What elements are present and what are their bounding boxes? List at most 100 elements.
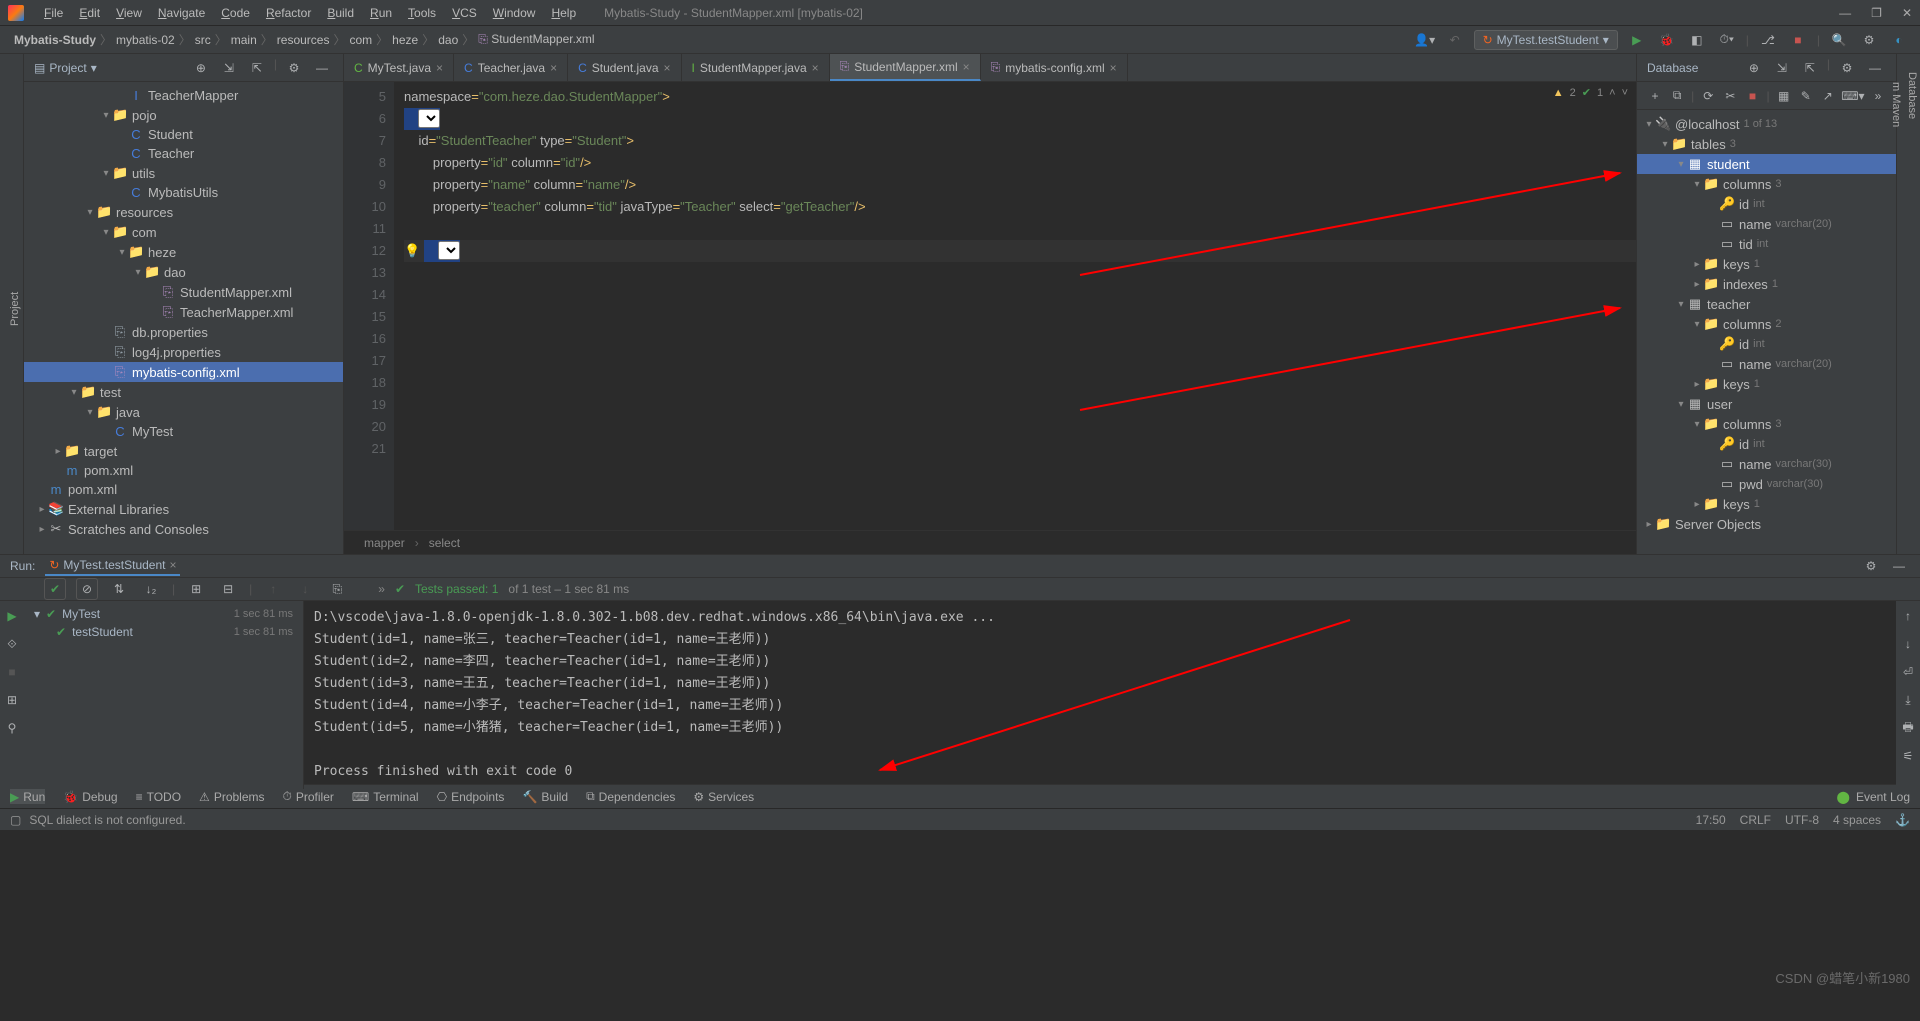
tree-item[interactable]: ▸📚External Libraries <box>24 499 343 519</box>
gear-icon[interactable]: ⚙ <box>283 57 305 79</box>
locate-icon[interactable]: ⊕ <box>1743 57 1765 79</box>
test-row[interactable]: ▾✔MyTest1 sec 81 ms <box>24 605 303 623</box>
db-tree-item[interactable]: ▾📁columns3 <box>1637 174 1896 194</box>
wrap-icon[interactable]: ⏎ <box>1897 661 1919 683</box>
filter-icon[interactable]: ⚟ <box>1897 745 1919 767</box>
db-tree-item[interactable]: 🔑idint <box>1637 334 1896 354</box>
tool-debug[interactable]: 🐞Debug <box>63 789 117 804</box>
db-tree-item[interactable]: ▾▦teacher <box>1637 294 1896 314</box>
tree-item[interactable]: mpom.xml <box>24 461 343 480</box>
hide-icon[interactable]: — <box>1864 57 1886 79</box>
tree-item[interactable]: ⎘log4j.properties <box>24 342 343 362</box>
run-console[interactable]: D:\vscode\java-1.8.0-openjdk-1.8.0.302-1… <box>304 601 1896 789</box>
expand-icon[interactable]: ⇲ <box>1771 57 1793 79</box>
duplicate-icon[interactable]: ⧉ <box>1669 85 1685 107</box>
db-tree-item[interactable]: 🔑idint <box>1637 194 1896 214</box>
run-config-selector[interactable]: ↻ MyTest.testStudent ▾ <box>1474 30 1618 50</box>
scroll-icon[interactable]: ⤓ <box>1897 689 1919 711</box>
tree-item[interactable]: ⎘StudentMapper.xml <box>24 282 343 302</box>
layout-icon[interactable]: ⊞ <box>1 689 23 711</box>
up-icon[interactable]: ↑ <box>262 578 284 600</box>
db-tree-item[interactable]: ▸📁keys1 <box>1637 374 1896 394</box>
test-row[interactable]: ✔testStudent1 sec 81 ms <box>24 623 303 641</box>
tree-item[interactable]: CStudent <box>24 125 343 144</box>
minimize-icon[interactable]: — <box>1839 6 1851 20</box>
project-tool-tab[interactable]: Project <box>7 64 23 554</box>
close-icon[interactable]: ✕ <box>1902 6 1912 20</box>
maven-tool-tab[interactable]: m Maven <box>1888 74 1904 554</box>
run-tab[interactable]: ↻ MyTest.testStudent × <box>45 556 180 576</box>
breadcrumb-item[interactable]: mapper <box>364 536 405 550</box>
close-icon[interactable]: × <box>169 558 176 572</box>
editor-tab[interactable]: CStudent.java× <box>568 54 681 81</box>
db-tree-item[interactable]: ▾📁tables3 <box>1637 134 1896 154</box>
menu-tools[interactable]: Tools <box>400 6 444 20</box>
add-icon[interactable]: + <box>1647 85 1663 107</box>
tool-run[interactable]: ▶Run <box>10 789 45 804</box>
tree-item[interactable]: ▾📁resources <box>24 202 343 222</box>
disabled-icon[interactable]: ⊘ <box>76 578 98 600</box>
settings-icon[interactable]: ⚙ <box>1858 29 1880 51</box>
breadcrumb-item[interactable]: dao <box>434 33 462 47</box>
breadcrumb-item[interactable]: com <box>345 33 376 47</box>
menu-file[interactable]: File <box>36 6 71 20</box>
database-tool-tab[interactable]: Database <box>1904 64 1920 554</box>
tree-item[interactable]: ⎘mybatis-config.xml <box>24 362 343 382</box>
down-icon[interactable]: ˅ <box>1622 87 1628 99</box>
tool-problems[interactable]: ⚠Problems <box>199 789 264 804</box>
tree-item[interactable]: ▸✂Scratches and Consoles <box>24 519 343 539</box>
tree-item[interactable]: ▾📁test <box>24 382 343 402</box>
db-tree-item[interactable]: ▭namevarchar(20) <box>1637 214 1896 234</box>
tree-item[interactable]: ▸📁target <box>24 441 343 461</box>
filter-icon[interactable]: ✂ <box>1722 85 1738 107</box>
db-tree-item[interactable]: ▾🔌@localhost1 of 13 <box>1637 114 1896 134</box>
collapse-icon[interactable]: ⇱ <box>1799 57 1821 79</box>
down-icon[interactable]: ↓ <box>294 578 316 600</box>
close-icon[interactable]: × <box>436 61 443 75</box>
close-icon[interactable]: × <box>963 60 970 74</box>
tree-item[interactable]: ▾📁utils <box>24 163 343 183</box>
tree-item[interactable]: mpom.xml <box>24 480 343 499</box>
breadcrumb-item[interactable]: Mybatis-Study <box>10 33 100 47</box>
editor-tab[interactable]: IStudentMapper.java× <box>682 54 830 81</box>
status-item[interactable]: 4 spaces <box>1833 813 1881 827</box>
menu-navigate[interactable]: Navigate <box>150 6 213 20</box>
stop-icon[interactable]: ■ <box>1 661 23 683</box>
insert-icon[interactable]: ✎ <box>1798 85 1814 107</box>
status-item[interactable]: 17:50 <box>1696 813 1726 827</box>
status-item[interactable]: ⚓ <box>1895 813 1910 827</box>
database-tree[interactable]: ▾🔌@localhost1 of 13▾📁tables3▾▦student▾📁c… <box>1637 110 1896 554</box>
db-tree-item[interactable]: ▸📁indexes1 <box>1637 274 1896 294</box>
rerun-icon[interactable]: ▶ <box>1 605 23 627</box>
toggle-icon[interactable]: ⟐ <box>1 633 23 655</box>
editor-tab[interactable]: CTeacher.java× <box>454 54 568 81</box>
menu-vcs[interactable]: VCS <box>444 6 485 20</box>
db-tree-item[interactable]: ▭tidint <box>1637 234 1896 254</box>
db-tree-item[interactable]: ▾▦student <box>1637 154 1896 174</box>
db-tree-item[interactable]: ▭namevarchar(30) <box>1637 454 1896 474</box>
tool-dependencies[interactable]: ⧉Dependencies <box>586 789 675 804</box>
tree-item[interactable]: ▾📁dao <box>24 262 343 282</box>
hide-icon[interactable]: — <box>311 57 333 79</box>
tree-item[interactable]: CMybatisUtils <box>24 183 343 202</box>
tool-endpoints[interactable]: ⎔Endpoints <box>437 789 505 804</box>
profile-icon[interactable]: ⏱▾ <box>1716 29 1738 51</box>
code-editor[interactable]: namespace="com.heze.dao.StudentMapper"> … <box>394 82 1636 530</box>
status-icon[interactable]: ▢ <box>10 813 21 827</box>
event-log-button[interactable]: ⬤ Event Log <box>1837 790 1910 804</box>
tree-item[interactable]: ▾📁heze <box>24 242 343 262</box>
db-tree-item[interactable]: ▾📁columns3 <box>1637 414 1896 434</box>
sort2-icon[interactable]: ↓₂ <box>140 578 162 600</box>
editor-tab[interactable]: CMyTest.java× <box>344 54 454 81</box>
gear-icon[interactable]: ⚙ <box>1860 555 1882 577</box>
db-tree-item[interactable]: ▭namevarchar(20) <box>1637 354 1896 374</box>
project-panel-header[interactable]: ▤ Project ▾ <box>34 61 97 75</box>
up-icon[interactable]: ↑ <box>1897 605 1919 627</box>
menu-window[interactable]: Window <box>485 6 544 20</box>
db-tree-item[interactable]: ▸📁Server Objects <box>1637 514 1896 534</box>
jump-icon[interactable]: ↗ <box>1820 85 1836 107</box>
tree-item[interactable]: CMyTest <box>24 422 343 441</box>
refresh-icon[interactable]: ⟳ <box>1700 85 1716 107</box>
sort-icon[interactable]: ⇅ <box>108 578 130 600</box>
code-inspections[interactable]: ▲2 ✔1 ˄ ˅ <box>1553 86 1628 99</box>
